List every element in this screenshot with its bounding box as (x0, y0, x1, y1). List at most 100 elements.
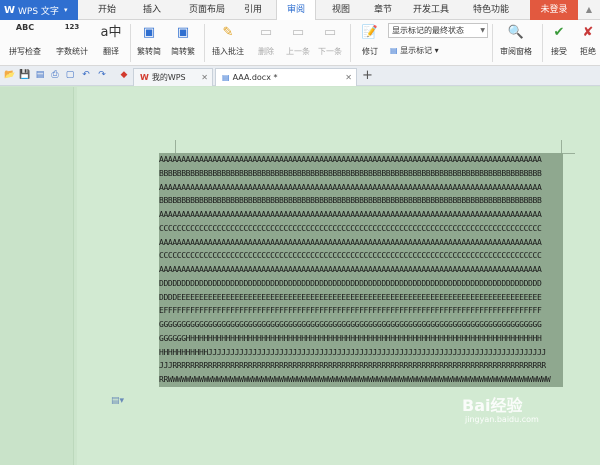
menu-bar: W WPS 文字 ▾ 开始 插入 页面布局 引用 审阅 视图 章节 开发工具 特… (0, 0, 600, 21)
separator (130, 24, 131, 62)
menu-page-layout[interactable]: 页面布局 (180, 0, 234, 20)
to-traditional-button[interactable]: ▣ 简转繁 (168, 22, 198, 64)
to-traditional-label: 简转繁 (171, 47, 195, 56)
to-simplified-button[interactable]: ▣ 繁转简 (134, 22, 164, 64)
close-icon[interactable]: ✕ (345, 69, 352, 86)
ribbon: ABC 拼写检查 123 字数统计 a中 翻译 ▣ 繁转简 ▣ 简转繁 ✎ 插入… (0, 20, 600, 66)
word-count-icon: 123 (64, 23, 80, 31)
text-line: HHHHHHHHHHHJJJJJJJJJJJJJJJJJJJJJJJJJJJJJ… (159, 345, 563, 360)
tab-bar: 📂 💾 ▤ ⎙ ▢ ↶ ↷ ◆ W 我的WPS ✕ ▤ AAA.docx * ✕ + (0, 66, 600, 86)
review-pane-icon: 🔍 (507, 25, 525, 40)
app-menu-button[interactable]: W WPS 文字 ▾ (0, 0, 78, 20)
translate-icon: a中 (100, 25, 122, 40)
text-line: AAAAAAAAAAAAAAAAAAAAAAAAAAAAAAAAAAAAAAAA… (159, 235, 563, 250)
margin-corner-top-right (561, 140, 575, 154)
spell-check-button[interactable]: ABC 拼写检查 (2, 22, 48, 64)
chevron-down-icon: ▾ (432, 46, 439, 55)
wps-logo-icon: W (4, 4, 16, 16)
menu-view[interactable]: 视图 (326, 0, 356, 20)
text-line: AAAAAAAAAAAAAAAAAAAAAAAAAAAAAAAAAAAAAAAA… (159, 208, 563, 222)
left-margin-area (0, 87, 74, 465)
markup-view-select[interactable]: 显示标记的最终状态 ▼ (388, 23, 488, 38)
close-icon[interactable]: ✕ (201, 69, 208, 86)
undo-icon[interactable]: ↶ (80, 69, 92, 82)
spell-check-icon: ABC (15, 23, 35, 32)
reject-button[interactable]: ✘ 拒绝 (576, 22, 600, 64)
previous-label: 上一条 (286, 47, 310, 56)
new-tab-button[interactable]: + (362, 68, 373, 83)
menu-chapter[interactable]: 章节 (368, 0, 398, 20)
menu-special-features[interactable]: 特色功能 (464, 0, 518, 20)
print-icon[interactable]: ⎙ (49, 69, 61, 82)
wps-logo-icon: W (140, 73, 149, 82)
delete-comment-icon: ▭ (259, 25, 273, 40)
separator (542, 24, 543, 62)
menu-references[interactable]: 引用 (240, 0, 266, 20)
open-folder-icon[interactable]: 📂 (4, 69, 16, 82)
tab-my-wps-label: 我的WPS (151, 73, 186, 82)
document-text[interactable]: AAAAAAAAAAAAAAAAAAAAAAAAAAAAAAAAAAAAAAAA… (159, 153, 563, 387)
separator (492, 24, 493, 62)
next-label: 下一条 (318, 47, 342, 56)
markup-view-value: 显示标记的最终状态 (392, 26, 464, 35)
review-pane-button[interactable]: 🔍 审阅窗格 (496, 22, 536, 64)
redo-icon[interactable]: ↷ (96, 69, 108, 82)
paragraph-options-icon[interactable]: ▤▾ (111, 396, 124, 406)
accept-icon: ✔ (553, 25, 565, 40)
track-changes-icon: 📝 (361, 25, 379, 40)
print-preview-icon[interactable]: ▢ (64, 69, 76, 82)
pin-icon[interactable]: ◆ (118, 69, 130, 82)
previous-comment-button[interactable]: ▭ 上一条 (284, 22, 312, 64)
text-line: AAAAAAAAAAAAAAAAAAAAAAAAAAAAAAAAAAAAAAAA… (159, 180, 563, 195)
login-button[interactable]: 未登录 (530, 0, 578, 20)
watermark-url: jingyan.baidu.com (465, 415, 539, 424)
translate-label: 翻译 (103, 47, 119, 56)
document-icon: ▤ (222, 73, 230, 82)
word-count-label: 字数统计 (56, 47, 88, 56)
separator (204, 24, 205, 62)
chevron-down-icon: ▼ (480, 27, 485, 34)
margin-corner-top-left (162, 140, 176, 154)
traditional-icon: ▣ (176, 25, 190, 40)
text-line: AAAAAAAAAAAAAAAAAAAAAAAAAAAAAAAAAAAAAAAA… (159, 153, 563, 167)
text-line: BBBBBBBBBBBBBBBBBBBBBBBBBBBBBBBBBBBBBBBB… (159, 166, 563, 181)
tab-my-wps[interactable]: W 我的WPS ✕ (133, 68, 213, 86)
text-line: RRWWWWWWWWWWWWWWWWWWWWWWWWWWWWWWWWWWWWWW… (159, 373, 563, 387)
menu-review[interactable]: 审阅 (276, 0, 316, 21)
text-line: DDDDEEEEEEEEEEEEEEEEEEEEEEEEEEEEEEEEEEEE… (159, 290, 563, 305)
comment-icon: ✎ (222, 25, 234, 40)
text-line: DDDDDDDDDDDDDDDDDDDDDDDDDDDDDDDDDDDDDDDD… (159, 276, 563, 291)
insert-comment-label: 插入批注 (212, 47, 244, 56)
text-line: BBBBBBBBBBBBBBBBBBBBBBBBBBBBBBBBBBBBBBBB… (159, 194, 563, 208)
export-pdf-icon[interactable]: ▤ (34, 69, 46, 82)
menu-home[interactable]: 开始 (88, 0, 126, 20)
show-markup-button[interactable]: ▤ 显示标记 ▾ (390, 44, 439, 58)
show-markup-label: 显示标记 (400, 46, 433, 55)
delete-comment-button[interactable]: ▭ 删除 (252, 22, 280, 64)
delete-label: 删除 (258, 47, 274, 56)
word-count-button[interactable]: 123 字数统计 (52, 22, 92, 64)
to-simplified-label: 繁转简 (137, 47, 161, 56)
accept-button[interactable]: ✔ 接受 (546, 22, 572, 64)
baidu-watermark: Bai经验 (462, 396, 523, 415)
menu-developer[interactable]: 开发工具 (406, 0, 456, 20)
translate-button[interactable]: a中 翻译 (96, 22, 126, 64)
show-markup-icon: ▤ (390, 46, 401, 55)
tab-document[interactable]: ▤ AAA.docx * ✕ (215, 68, 357, 86)
track-changes-label: 修订 (362, 47, 378, 56)
save-icon[interactable]: 💾 (19, 69, 31, 82)
next-comment-button[interactable]: ▭ 下一条 (316, 22, 344, 64)
text-line: CCCCCCCCCCCCCCCCCCCCCCCCCCCCCCCCCCCCCCCC… (159, 221, 563, 236)
separator (350, 24, 351, 62)
menu-insert[interactable]: 插入 (134, 0, 170, 20)
tab-document-label: AAA.docx * (232, 73, 278, 82)
accept-label: 接受 (551, 47, 567, 56)
review-pane-label: 审阅窗格 (500, 47, 532, 56)
insert-comment-button[interactable]: ✎ 插入批注 (208, 22, 248, 64)
reject-icon: ✘ (582, 25, 594, 40)
collapse-ribbon-icon[interactable]: ▲ (583, 4, 595, 16)
simplified-icon: ▣ (142, 25, 156, 40)
track-changes-button[interactable]: 📝 修订 (355, 22, 385, 64)
next-icon: ▭ (323, 25, 337, 40)
text-line: GGGGGGHHHHHHHHHHHHHHHHHHHHHHHHHHHHHHHHHH… (159, 331, 563, 346)
